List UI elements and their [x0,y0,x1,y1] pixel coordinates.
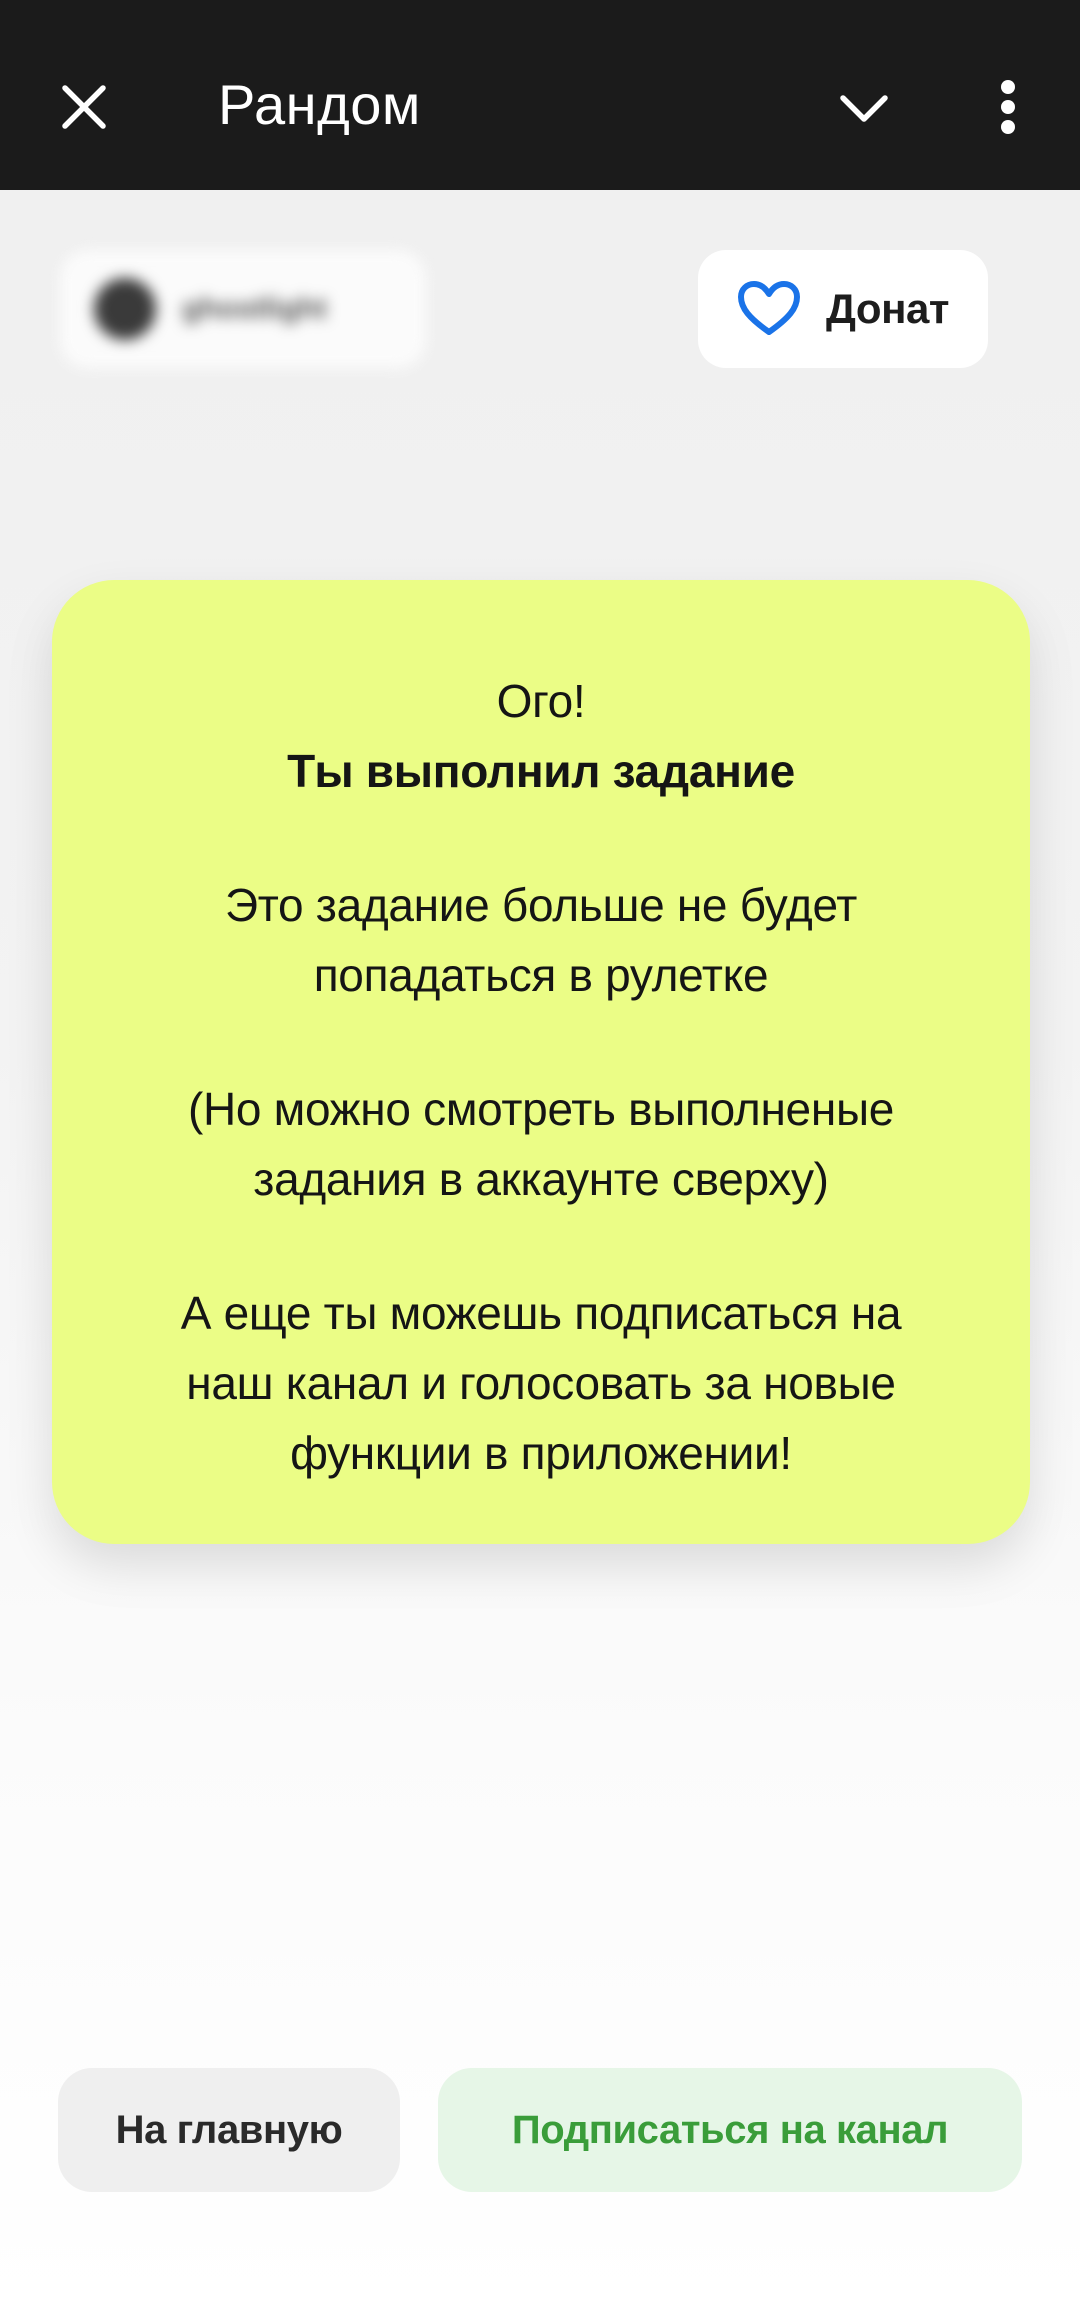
subscribe-channel-button[interactable]: Подписаться на канал [438,2068,1022,2192]
card-text-line: А еще ты можешь подписаться на [180,1287,902,1339]
close-button[interactable] [52,75,116,139]
card-text-line: задания в аккаунте сверху) [253,1153,829,1205]
card-text-line: (Но можно смотреть выполненые [187,1083,894,1135]
card-exclamation: Ого! [496,675,586,727]
app-header: Рандом [0,0,1080,190]
card-text-line: наш канал и голосовать за новые [186,1357,896,1409]
username-label: ghostlight [182,292,327,325]
close-icon [62,85,106,129]
heart-icon [734,278,804,340]
chevron-down-icon [840,95,888,122]
account-chip[interactable]: ghostlight [60,250,426,368]
more-vertical-icon [1001,80,1015,134]
avatar [94,278,156,340]
task-completed-card: Ого! Ты выполнил задание Это задание бол… [52,580,1030,1544]
card-text-line: попадаться в рулетке [313,949,769,1001]
card-text-line: Это задание больше не будет [225,879,857,931]
donate-label: Донат [826,285,949,332]
dropdown-button[interactable] [832,80,896,136]
donate-button[interactable]: Донат [698,250,988,368]
card-heading: Ты выполнил задание [287,745,795,797]
page-title: Рандом [218,73,421,136]
home-button[interactable]: На главную [58,2068,400,2192]
card-text-line: функции в приложении! [290,1427,792,1479]
more-menu-button[interactable] [976,70,1040,144]
